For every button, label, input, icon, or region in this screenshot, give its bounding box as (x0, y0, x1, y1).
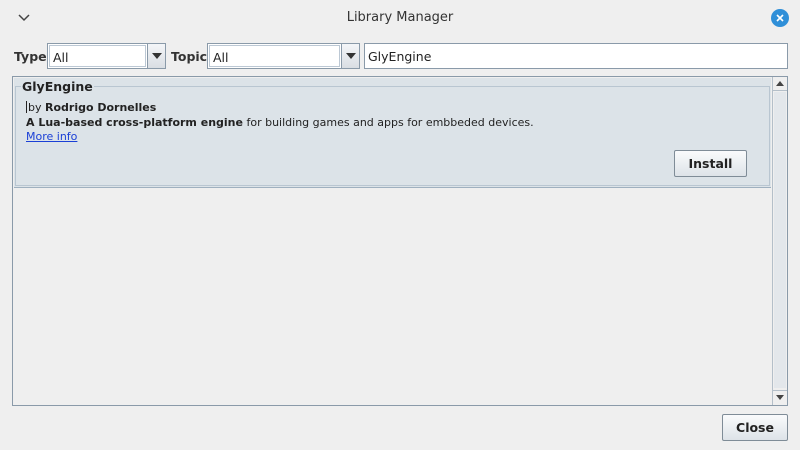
topic-dropdown-value: All (209, 45, 340, 67)
chevron-down-icon[interactable] (341, 44, 359, 68)
install-button[interactable]: Install (674, 150, 747, 177)
library-author: Rodrigo Dornelles (45, 101, 157, 114)
title-bar: Library Manager (0, 0, 800, 36)
more-info-link[interactable]: More info (26, 130, 77, 143)
library-summary-bold: A Lua-based cross-platform engine (26, 116, 243, 129)
by-prefix: by (28, 101, 42, 114)
scroll-up-icon[interactable] (773, 77, 787, 91)
close-icon[interactable] (771, 9, 789, 27)
text-cursor (26, 101, 27, 113)
type-dropdown-value: All (49, 45, 146, 67)
topic-dropdown[interactable]: All (207, 43, 360, 69)
vertical-scrollbar[interactable] (772, 77, 787, 405)
library-name: GlyEngine (21, 79, 94, 94)
library-author-line: by Rodrigo Dornelles (26, 101, 156, 114)
library-list: GlyEngine by Rodrigo Dornelles A Lua-bas… (12, 76, 788, 406)
type-label: Type (14, 49, 47, 64)
scroll-down-icon[interactable] (773, 390, 787, 404)
close-button[interactable]: Close (722, 414, 788, 441)
type-dropdown[interactable]: All (47, 43, 166, 69)
library-summary-rest: for building games and apps for embbeded… (242, 116, 534, 129)
chevron-down-icon[interactable] (147, 44, 165, 68)
window-title: Library Manager (346, 10, 454, 25)
scrollbar-thumb[interactable] (774, 92, 786, 388)
search-input[interactable]: GlyEngine (364, 43, 788, 69)
topic-label: Topic (171, 49, 208, 64)
library-card[interactable]: GlyEngine by Rodrigo Dornelles A Lua-bas… (14, 78, 771, 188)
library-summary: A Lua-based cross-platform engine for bu… (26, 116, 534, 129)
